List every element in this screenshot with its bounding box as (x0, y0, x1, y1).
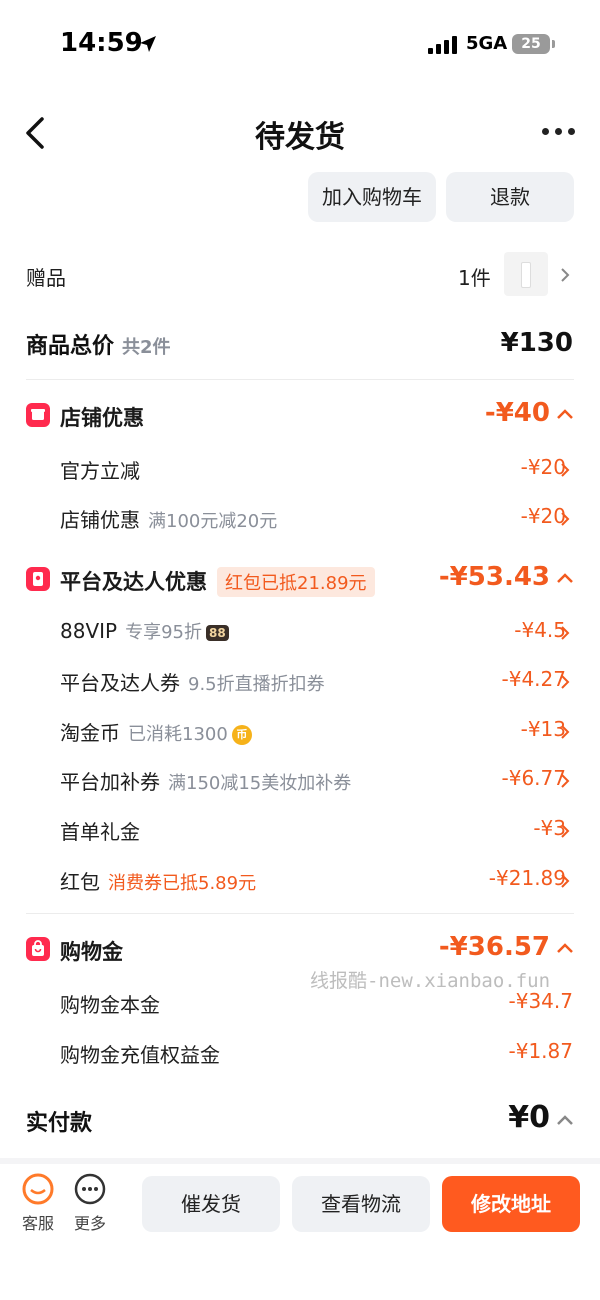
divider (26, 379, 574, 380)
store-discount-title: 店铺优惠 (60, 406, 144, 430)
battery-icon: 25 (512, 34, 550, 54)
more-dots-icon (74, 1173, 106, 1205)
platform-discount-amount: -¥53.43 (438, 562, 550, 592)
chevron-up-icon[interactable] (556, 942, 574, 954)
shopping-money-item: 购物金充值权益金 -¥1.87 (0, 1039, 600, 1069)
more-button[interactable]: 更多 (70, 1172, 110, 1234)
network-label: 5GA (466, 33, 508, 54)
total-amount: ¥130 (500, 328, 573, 358)
discount-item-label: 平台及达人券 (60, 671, 180, 695)
discount-item-sub: 已消耗1300 (128, 724, 228, 745)
discount-item-amount: -¥4.27 (501, 667, 566, 691)
discount-item-label: 官方立减 (60, 459, 140, 483)
chevron-right-icon (561, 268, 570, 282)
chevron-right-icon (561, 725, 570, 739)
chevron-up-icon[interactable] (556, 572, 574, 584)
store-discount-header[interactable]: 店铺优惠 -¥40 (0, 398, 600, 434)
shopping-money-item-label: 购物金充值权益金 (60, 1043, 220, 1067)
coin-icon: 币 (231, 724, 252, 745)
chevron-right-icon (561, 675, 570, 689)
chevron-right-icon (561, 874, 570, 888)
customer-service-label: 客服 (21, 1214, 54, 1233)
platform-discount-header[interactable]: 平台及达人优惠 红包已抵21.89元 -¥53.43 (0, 562, 600, 598)
store-icon (26, 403, 50, 427)
discount-item[interactable]: 88VIP 专享95折 88 -¥4.5 (0, 618, 600, 648)
chevron-right-icon (561, 512, 570, 526)
shopping-money-item: 购物金本金 -¥34.7 (0, 989, 600, 1019)
discount-item[interactable]: 官方立减 -¥20 (0, 455, 600, 485)
gift-label: 赠品 (26, 266, 66, 290)
discount-item[interactable]: 淘金币 已消耗1300 币 -¥13 (0, 717, 600, 747)
add-to-cart-button[interactable]: 加入购物车 (308, 172, 436, 222)
total-price-row: 商品总价 共2件 ¥130 (0, 328, 600, 362)
discount-item-label: 平台加补券 (60, 770, 160, 794)
shopping-bag-icon (26, 937, 50, 961)
shopping-money-item-amount: -¥1.87 (508, 1039, 573, 1063)
discount-item-amount: -¥4.5 (514, 618, 566, 642)
discount-item[interactable]: 平台加补券 满150减15美妆加补券 -¥6.77 (0, 766, 600, 796)
discount-item-sub: 消费券已抵5.89元 (108, 873, 257, 894)
customer-service-icon (22, 1173, 54, 1205)
discount-item[interactable]: 首单礼金 -¥3 (0, 816, 600, 846)
store-discount-amount: -¥40 (484, 398, 550, 428)
discount-item-label: 88VIP (60, 619, 118, 643)
discount-item-label: 首单礼金 (60, 820, 140, 844)
shopping-money-amount: -¥36.57 (438, 932, 550, 962)
status-time: 14:59 (60, 28, 143, 58)
discount-item[interactable]: 店铺优惠 满100元减20元 -¥20 (0, 504, 600, 534)
refund-button[interactable]: 退款 (446, 172, 574, 222)
discount-item[interactable]: 红包 消费券已抵5.89元 -¥21.89 (0, 866, 600, 896)
status-bar: 14:59 5GA 25 (0, 0, 600, 90)
discount-item-amount: -¥21.89 (488, 866, 566, 890)
discount-item-label: 店铺优惠 (60, 508, 140, 532)
signal-icon (428, 36, 457, 54)
battery-tip (552, 40, 555, 48)
discount-item-sub: 9.5折直播折扣券 (188, 674, 325, 695)
chevron-right-icon (561, 774, 570, 788)
page-title: 待发货 (255, 120, 345, 155)
total-label: 商品总价 (26, 334, 115, 359)
discount-item-sub: 专享95折 (125, 622, 202, 643)
divider (26, 913, 574, 914)
gift-thumbnail[interactable] (504, 252, 548, 296)
chevron-right-icon (561, 626, 570, 640)
change-address-button[interactable]: 修改地址 (442, 1176, 580, 1232)
red-packet-tag: 红包已抵21.89元 (217, 567, 375, 597)
gift-row[interactable]: 赠品 1件 (0, 252, 600, 298)
red-packet-icon (26, 567, 50, 591)
shopping-money-item-label: 购物金本金 (60, 993, 160, 1017)
shopping-money-title: 购物金 (60, 940, 123, 964)
chevron-up-icon[interactable] (556, 1114, 574, 1126)
urge-shipping-button[interactable]: 催发货 (142, 1176, 280, 1232)
paid-label: 实付款 (26, 1111, 93, 1136)
discount-item-label: 红包 (60, 870, 100, 894)
more-options-icon[interactable] (542, 128, 575, 135)
gift-count: 1件 (458, 266, 491, 290)
chevron-up-icon[interactable] (556, 408, 574, 420)
shopping-money-header[interactable]: 购物金 -¥36.57 (0, 932, 600, 968)
vip-88-badge: 88 (206, 624, 229, 641)
paid-row[interactable]: 实付款 ¥0 (0, 1100, 600, 1140)
discount-item-amount: -¥6.77 (501, 766, 566, 790)
view-logistics-button[interactable]: 查看物流 (292, 1176, 430, 1232)
chevron-right-icon (561, 463, 570, 477)
chevron-right-icon (561, 824, 570, 838)
discount-item-sub: 满150减15美妆加补券 (168, 773, 352, 794)
platform-discount-title: 平台及达人优惠 (60, 570, 207, 594)
shopping-money-item-amount: -¥34.7 (508, 989, 573, 1013)
paid-amount: ¥0 (508, 1100, 550, 1135)
location-arrow-icon (140, 36, 156, 52)
total-count: 共2件 (122, 337, 171, 358)
more-label: 更多 (73, 1214, 106, 1233)
discount-item-sub: 满100元减20元 (148, 511, 278, 532)
discount-item[interactable]: 平台及达人券 9.5折直播折扣券 -¥4.27 (0, 667, 600, 697)
customer-service-button[interactable]: 客服 (18, 1172, 58, 1234)
discount-item-label: 淘金币 (60, 721, 120, 745)
